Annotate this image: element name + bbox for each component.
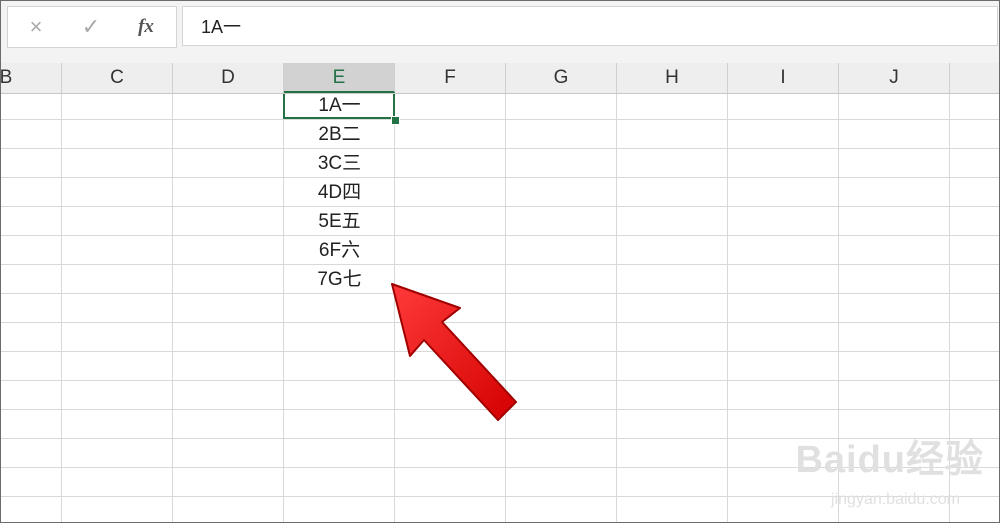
cell-e6[interactable]: 6F六	[284, 236, 395, 265]
grid-line	[61, 94, 62, 522]
column-header-i[interactable]: I	[728, 63, 839, 93]
grid-line	[172, 94, 173, 522]
enter-icon[interactable]: ✓	[79, 15, 103, 39]
cell-e2[interactable]: 2B二	[284, 120, 395, 149]
red-arrow-icon	[391, 283, 517, 421]
column-header-f[interactable]: F	[395, 63, 506, 93]
column-header-b[interactable]: B	[0, 63, 62, 93]
formula-input[interactable]: 1A一	[182, 6, 998, 46]
formula-bar: × ✓ fx 1A一	[1, 1, 999, 63]
baidu-watermark-url: jingyan.baidu.com	[831, 491, 960, 508]
column-header-d[interactable]: D	[173, 63, 284, 93]
grid-line	[1, 235, 999, 236]
grid-line	[1, 148, 999, 149]
column-header-g[interactable]: G	[506, 63, 617, 93]
grid-line	[1, 177, 999, 178]
column-header-c[interactable]: C	[62, 63, 173, 93]
column-header-h[interactable]: H	[617, 63, 728, 93]
cell-e3[interactable]: 3C三	[284, 149, 395, 178]
grid-line	[1, 206, 999, 207]
cancel-icon[interactable]: ×	[24, 15, 48, 39]
formula-buttons: × ✓ fx	[7, 6, 177, 48]
cell-e4[interactable]: 4D四	[284, 178, 395, 207]
column-header-row: B C D E F G H I J	[0, 63, 999, 94]
cell-e7[interactable]: 7G七	[284, 265, 395, 294]
active-cell-border	[283, 94, 395, 119]
grid-line	[616, 94, 617, 522]
grid-line	[727, 94, 728, 522]
fill-handle[interactable]	[391, 116, 400, 125]
insert-function-icon[interactable]: fx	[134, 15, 158, 39]
baidu-watermark: Baidu经验	[795, 439, 984, 481]
grid-line	[1, 119, 999, 120]
column-header-j[interactable]: J	[839, 63, 950, 93]
cell-e5[interactable]: 5E五	[284, 207, 395, 236]
grid-line	[1, 264, 999, 265]
column-header-e[interactable]: E	[284, 63, 395, 93]
